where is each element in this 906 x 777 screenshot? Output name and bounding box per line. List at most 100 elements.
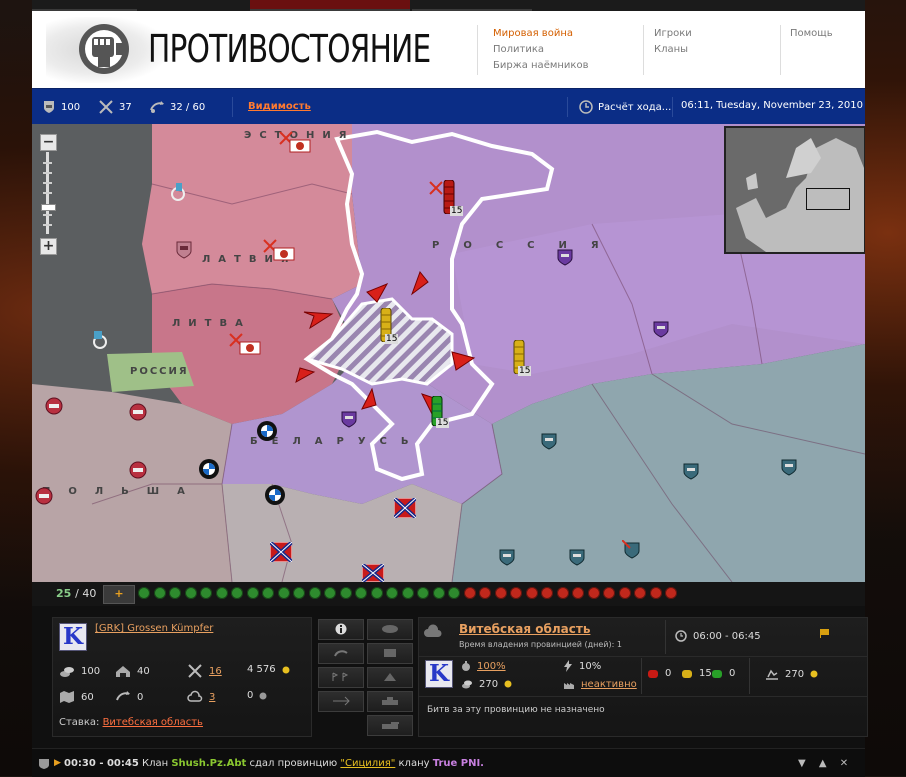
clan-emblem-marker[interactable]: [256, 420, 278, 442]
army-stack-red[interactable]: 15: [442, 179, 464, 217]
clan-flag-marker[interactable]: [394, 498, 416, 518]
clan-emblem-marker[interactable]: [198, 458, 220, 480]
turn-slot-free[interactable]: [200, 587, 212, 599]
turn-slot-used[interactable]: [603, 587, 615, 599]
turn-slot-free[interactable]: [370, 587, 383, 599]
clan-battle-marker[interactable]: [262, 238, 298, 264]
defend-button[interactable]: [367, 667, 413, 688]
move-hand-marker[interactable]: [88, 328, 112, 352]
ticker-clan-2[interactable]: True PNI.: [433, 758, 484, 769]
nav-link-help[interactable]: Помощь: [790, 26, 833, 42]
bet-province-link[interactable]: Витебская область: [103, 717, 203, 728]
clan-emblem-marker[interactable]: [44, 396, 64, 416]
turn-slot-used[interactable]: [665, 587, 677, 599]
turn-slot-used[interactable]: [587, 587, 600, 599]
fist-logo-icon[interactable]: [76, 21, 132, 77]
percent-link[interactable]: 100%: [477, 661, 506, 672]
turn-slot-free[interactable]: [262, 587, 274, 599]
nav-link-politics[interactable]: Политика: [493, 42, 588, 58]
turn-slot-used[interactable]: [649, 587, 662, 599]
turn-slot-free[interactable]: [231, 587, 243, 599]
nav-link-world-war[interactable]: Мировая война: [493, 26, 588, 42]
army-stack-yellow[interactable]: 15: [379, 307, 399, 345]
visibility-link[interactable]: Видимость: [248, 101, 311, 112]
clan-emblem-marker[interactable]: [128, 460, 148, 480]
tank-shield-marker[interactable]: [682, 462, 700, 480]
turn-slot-free[interactable]: [355, 587, 367, 599]
turn-slot-used[interactable]: [494, 587, 507, 599]
turn-slot-used[interactable]: [510, 587, 522, 599]
clan-flag-marker[interactable]: [362, 564, 384, 582]
tank-button[interactable]: [367, 691, 413, 712]
turn-slot-free[interactable]: [246, 587, 259, 599]
clan-emblem-marker[interactable]: [34, 486, 54, 506]
ticker-close-icon[interactable]: ✕: [840, 758, 848, 769]
turn-slot-used[interactable]: [634, 587, 646, 599]
top-tab[interactable]: [32, 0, 137, 11]
clan-emblem-marker[interactable]: [264, 484, 286, 506]
add-slot-button[interactable]: +: [103, 585, 135, 604]
turn-slot-free[interactable]: [339, 587, 352, 599]
tank-shield-marker[interactable]: [622, 540, 642, 560]
top-tab-active[interactable]: [250, 0, 410, 11]
turn-slot-free[interactable]: [215, 587, 228, 599]
turn-slot-used[interactable]: [572, 587, 584, 599]
turn-slot-free[interactable]: [401, 587, 414, 599]
turn-slot-free[interactable]: [184, 587, 197, 599]
move-hand-marker[interactable]: [168, 180, 192, 204]
zoom-slider-thumb[interactable]: [41, 204, 56, 211]
tank-shield-marker[interactable]: [556, 248, 574, 266]
turn-slot-free[interactable]: [138, 587, 150, 599]
turn-slot-used[interactable]: [479, 587, 491, 599]
clan-emblem-marker[interactable]: [128, 402, 148, 422]
clan-battle-marker[interactable]: [278, 130, 314, 156]
nav-link-clans[interactable]: Кланы: [654, 42, 692, 58]
tank-shield-marker[interactable]: [652, 320, 670, 338]
army-stack-green[interactable]: 15: [430, 395, 450, 429]
turn-slot-used[interactable]: [556, 587, 569, 599]
clan-emblem-icon[interactable]: K: [59, 623, 87, 651]
turn-slot-free[interactable]: [153, 587, 166, 599]
tank-shield-marker[interactable]: [568, 548, 586, 566]
army-button[interactable]: [367, 715, 413, 736]
owner-clan-emblem-icon[interactable]: K: [425, 660, 453, 688]
tank-shield-marker[interactable]: [340, 410, 358, 428]
province-name-link[interactable]: Витебская область: [459, 622, 590, 636]
attack-button[interactable]: [367, 643, 413, 664]
move-button[interactable]: [318, 643, 364, 664]
zoom-out-button[interactable]: −: [40, 134, 57, 151]
minimap[interactable]: [724, 126, 865, 254]
turn-slot-used[interactable]: [618, 587, 631, 599]
zoom-in-button[interactable]: +: [40, 238, 57, 255]
tank-shield-marker[interactable]: [498, 548, 516, 566]
flag-icon[interactable]: [819, 628, 831, 638]
turn-slot-free[interactable]: [448, 587, 460, 599]
defeats-value-link[interactable]: 3: [209, 692, 215, 703]
turn-slot-used[interactable]: [463, 587, 476, 599]
clan-flag-marker[interactable]: [270, 542, 292, 562]
ticker-prev-icon[interactable]: ▼: [798, 758, 806, 769]
world-map[interactable]: ЭСТОНИЯ ЛАТВИЯ ЛИТВА РОССИЯ РОССИЯ БЕЛАР…: [32, 124, 865, 582]
transfer-button[interactable]: [318, 691, 364, 712]
top-tab[interactable]: [412, 0, 532, 11]
turn-slot-free[interactable]: [386, 587, 398, 599]
clan-name-link[interactable]: [GRK] Grossen Kümpfer: [95, 623, 213, 634]
nav-link-mercenaries[interactable]: Биржа наёмников: [493, 58, 588, 74]
tank-shield-marker[interactable]: [174, 240, 194, 260]
turn-slot-free[interactable]: [169, 587, 181, 599]
status-link[interactable]: неактивно: [581, 679, 637, 690]
tank-shield-marker[interactable]: [780, 458, 798, 476]
ticker-province-link[interactable]: "Сицилия": [340, 758, 395, 769]
ticker-next-icon[interactable]: ▲: [819, 758, 827, 769]
clan-battle-marker[interactable]: [228, 332, 264, 358]
battles-value-link[interactable]: 16: [209, 666, 222, 677]
turn-slot-free[interactable]: [277, 587, 290, 599]
minimap-viewport[interactable]: [806, 188, 850, 210]
turn-slot-free[interactable]: [324, 587, 336, 599]
turn-slot-free[interactable]: [432, 587, 445, 599]
nav-link-players[interactable]: Игроки: [654, 26, 692, 42]
turn-slot-free[interactable]: [417, 587, 429, 599]
route-button[interactable]: [318, 667, 364, 688]
turn-slot-free[interactable]: [308, 587, 321, 599]
chat-button[interactable]: [367, 619, 413, 640]
